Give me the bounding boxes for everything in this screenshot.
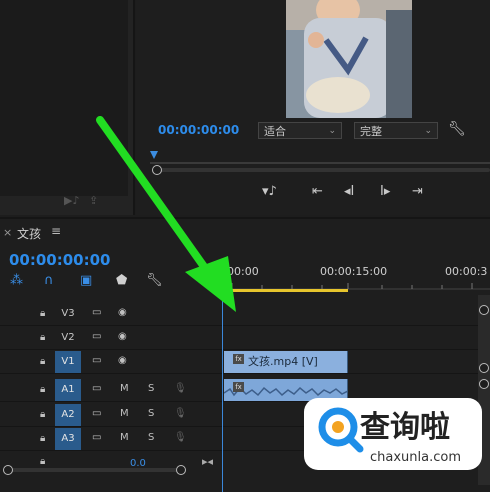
chevron-down-icon: ⌄ (328, 126, 336, 136)
film-icon[interactable]: ▭ (92, 383, 101, 394)
quality-select-value: 完整 (360, 125, 382, 138)
fx-badge: fx (233, 382, 244, 392)
linked-selection-icon[interactable]: ▣ (80, 273, 92, 288)
add-marker-icon[interactable]: ⬟ (116, 273, 127, 288)
track-header-a2[interactable]: 🔒︎ A2 ▭ M S 🎙︎ (0, 404, 222, 427)
film-icon[interactable]: ▭ (92, 408, 101, 419)
hscroll-handle-right[interactable] (176, 465, 186, 475)
program-playhead[interactable] (150, 151, 158, 159)
eye-icon[interactable]: ◉ (118, 307, 127, 318)
lock-icon[interactable]: 🔒︎ (40, 409, 45, 420)
add-marker-icon[interactable]: ▾♪ (262, 184, 277, 199)
microphone-icon[interactable]: 🎙︎ (174, 408, 187, 419)
track-header-v2[interactable]: 🔒︎ V2 ▭ ◉ (0, 327, 222, 350)
source-monitor-view (0, 0, 128, 196)
track-name[interactable]: A2 (55, 404, 81, 426)
mute-button[interactable]: M (120, 432, 129, 443)
export-frame-icon[interactable]: ⇪ (89, 194, 98, 207)
lock-icon[interactable]: 🔒︎ (40, 332, 45, 343)
track-name[interactable]: A1 (55, 379, 81, 401)
source-controls: ▶♪ ⇪ (64, 194, 98, 207)
zoom-select[interactable]: 适合 ⌄ (258, 122, 342, 139)
solo-button[interactable]: S (148, 432, 154, 443)
horizontal-scrollbar[interactable] (5, 468, 183, 472)
track-name[interactable]: V2 (55, 327, 81, 349)
wrench-icon[interactable]: 🔧︎ (146, 273, 163, 288)
lock-icon[interactable]: 🔒︎ (40, 456, 45, 467)
track-header-a1[interactable]: 🔒︎ A1 ▭ M S 🎙︎ (0, 379, 222, 402)
eye-icon[interactable]: ◉ (118, 331, 127, 342)
solo-button[interactable]: S (148, 383, 154, 394)
microphone-icon[interactable]: 🎙︎ (174, 383, 187, 394)
zoom-select-value: 适合 (264, 125, 286, 138)
lane-v3[interactable] (223, 303, 478, 326)
track-header-v3[interactable]: 🔒︎ V3 ▭ ◉ (0, 303, 222, 326)
vscroll-handle[interactable] (479, 363, 489, 373)
scrollbar-handle-left[interactable] (152, 165, 162, 175)
step-back-icon[interactable]: ◂I (344, 184, 354, 199)
lane-v2[interactable] (223, 327, 478, 350)
sequence-tab[interactable]: 文孩 (17, 225, 41, 242)
mute-button[interactable]: M (120, 383, 129, 394)
track-name[interactable]: A3 (55, 428, 81, 450)
play-icon[interactable]: I▸ (380, 184, 390, 199)
search-icon (318, 407, 364, 453)
watermark-text: 查询啦 (360, 410, 450, 445)
mute-button[interactable]: M (120, 408, 129, 419)
lock-icon[interactable]: 🔒︎ (40, 356, 45, 367)
track-name[interactable]: V3 (55, 303, 81, 325)
program-timecode[interactable]: 00:00:00:00 (158, 123, 239, 137)
track-header-a3[interactable]: 🔒︎ A3 ▭ M S 🎙︎ (0, 428, 222, 451)
go-to-in-icon[interactable]: ⇤ (312, 184, 323, 199)
lock-icon[interactable]: 🔒︎ (40, 433, 45, 444)
film-icon[interactable]: ▭ (92, 331, 101, 342)
snap-icon[interactable]: ∩ (44, 273, 54, 288)
fx-badge: fx (233, 354, 244, 364)
go-to-end-icon[interactable]: ▸◂ (202, 455, 213, 468)
program-ruler[interactable] (150, 150, 490, 164)
solo-button[interactable]: S (148, 408, 154, 419)
track-name[interactable]: V1 (55, 351, 81, 373)
microphone-icon[interactable]: 🎙︎ (174, 432, 187, 443)
video-clip-label: 文孩.mp4 [V] (248, 355, 318, 368)
quality-select[interactable]: 完整 ⌄ (354, 122, 438, 139)
film-icon[interactable]: ▭ (92, 307, 101, 318)
film-icon[interactable]: ▭ (92, 432, 101, 443)
wrench-icon[interactable]: 🔧︎ (448, 121, 466, 137)
vscroll-handle-top[interactable] (479, 305, 489, 315)
go-to-out-icon[interactable]: ⇥ (412, 184, 423, 199)
eye-icon[interactable]: ◉ (118, 355, 127, 366)
watermark-url: chaxunla.com (370, 450, 461, 465)
lock-icon[interactable]: 🔒︎ (40, 308, 45, 319)
program-monitor: 00:00:00:00 适合 ⌄ 完整 ⌄ 🔧︎ ▾♪ ⇤ ◂I I▸ ⇥ (136, 0, 490, 215)
hscroll-handle-left[interactable] (3, 465, 13, 475)
chevron-down-icon: ⌄ (424, 126, 432, 136)
track-header-v1[interactable]: 🔒︎ V1 ▭ ◉ (0, 351, 222, 374)
work-area-bar[interactable] (232, 289, 348, 292)
insert-icon[interactable]: ▶♪ (64, 194, 79, 207)
video-preview (286, 0, 412, 118)
lock-icon[interactable]: 🔒︎ (40, 384, 45, 395)
film-icon[interactable]: ▭ (92, 355, 101, 366)
program-zoom-scrollbar[interactable] (152, 168, 490, 172)
close-icon[interactable]: × (3, 226, 12, 239)
timeline-timecode[interactable]: 00:00:00:00 (9, 251, 111, 269)
panel-menu-icon[interactable]: ≡ (51, 224, 61, 238)
video-clip[interactable]: fx 文孩.mp4 [V] (224, 351, 348, 373)
snap-nest-icon[interactable]: ⁂ (10, 273, 23, 288)
timeline-playhead[interactable] (222, 259, 223, 492)
vscroll-handle[interactable] (479, 379, 489, 389)
